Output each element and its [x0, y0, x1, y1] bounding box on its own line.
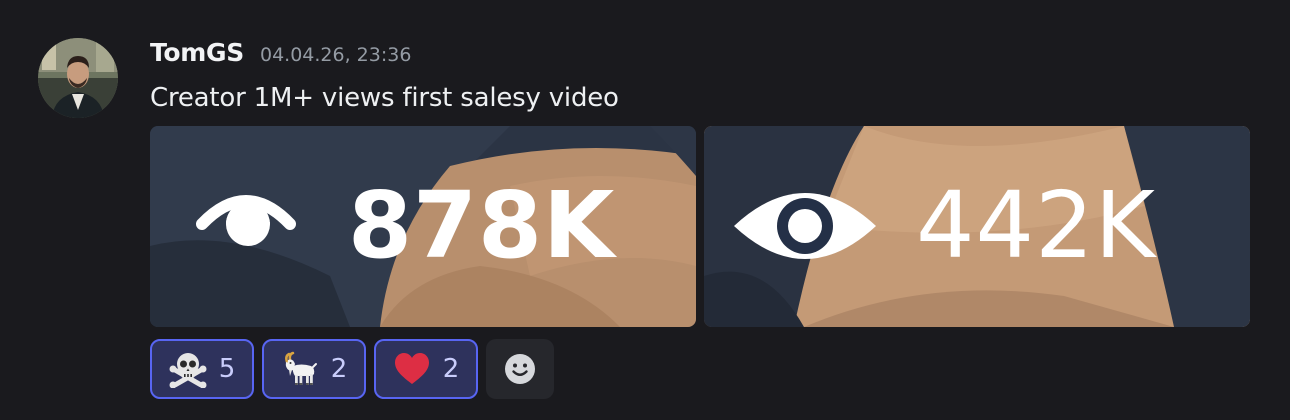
view-count: 878K — [348, 172, 616, 279]
image-attachments: 878K 442K — [150, 126, 1250, 327]
add-reaction-button[interactable] — [486, 339, 554, 399]
reaction-count: 2 — [442, 354, 460, 384]
message-text: Creator 1M+ views first salesy video — [150, 83, 619, 113]
skull-and-crossbones-icon — [169, 353, 207, 388]
chat-message: TomGS 04.04.26, 23:36 Creator 1M+ views … — [0, 0, 1290, 420]
timestamp[interactable]: 04.04.26, 23:36 — [260, 44, 411, 66]
goat-icon — [284, 351, 317, 385]
red-heart-icon — [394, 353, 429, 384]
avatar[interactable] — [38, 38, 118, 118]
smiley-add-reaction-icon — [505, 354, 535, 384]
reaction-skull[interactable]: 5 — [150, 339, 254, 399]
reaction-count: 5 — [218, 354, 236, 384]
eye-icon — [734, 193, 876, 259]
reaction-count: 2 — [330, 354, 348, 384]
reaction-heart[interactable]: 2 — [374, 339, 478, 399]
view-count: 442K — [916, 172, 1156, 279]
username[interactable]: TomGS — [150, 38, 244, 67]
image-attachment[interactable]: 878K — [150, 126, 696, 327]
reactions-bar: 5 2 2 — [150, 339, 554, 399]
eye-icon — [196, 195, 296, 246]
image-attachment[interactable]: 442K — [704, 126, 1250, 327]
message-header: TomGS 04.04.26, 23:36 — [150, 38, 411, 78]
reaction-goat[interactable]: 2 — [262, 339, 366, 399]
